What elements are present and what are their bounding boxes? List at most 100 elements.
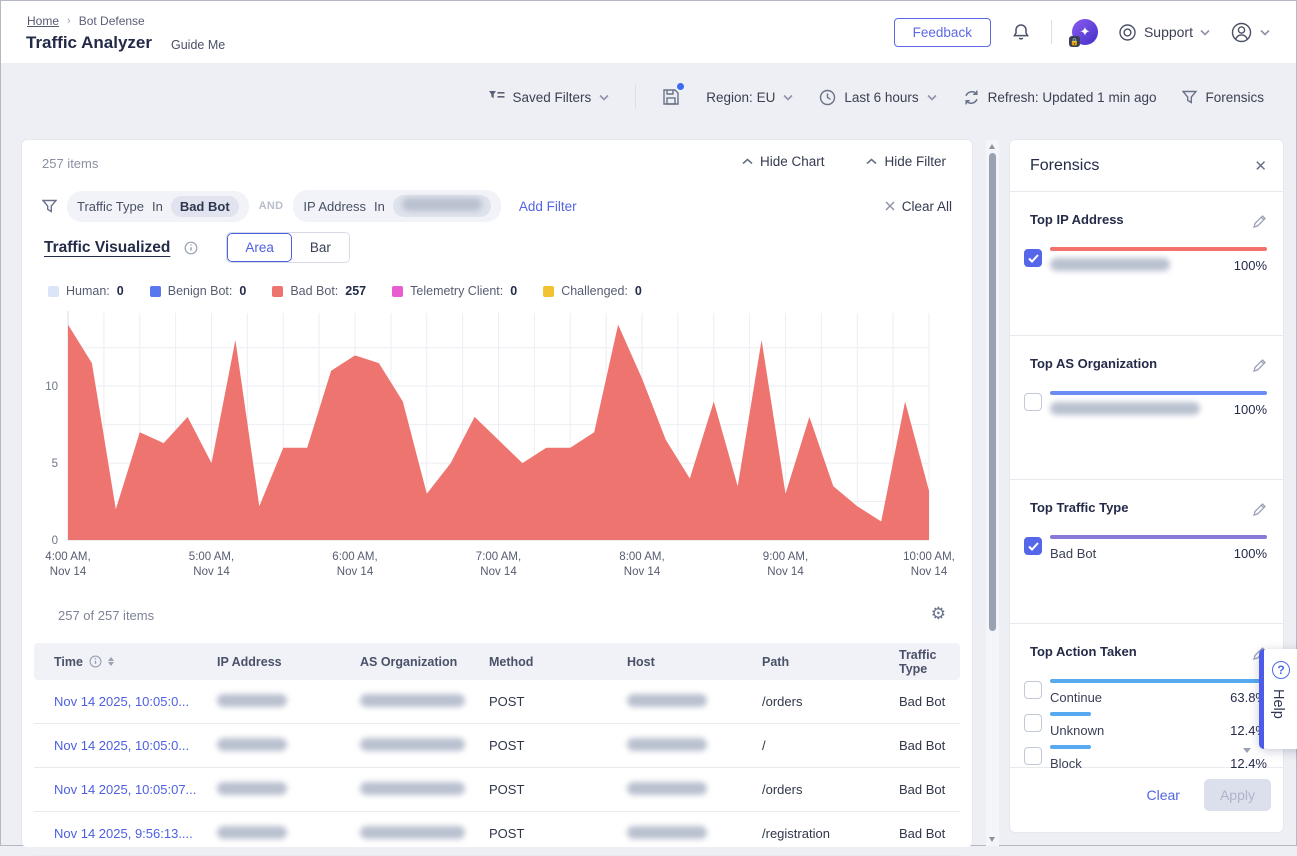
section-title: Top IP Address (1024, 212, 1267, 227)
svg-text:7:00 AM,: 7:00 AM, (476, 551, 521, 563)
legend-item-telemetry-client[interactable]: Telemetry Client: 0 (392, 284, 517, 298)
table-row[interactable]: Nov 14 2025, 9:56:13.... POST /registrat… (34, 812, 960, 856)
path-cell: / (762, 738, 899, 753)
forensics-title: Forensics (1030, 157, 1099, 175)
scrollbar-up-arrow[interactable] (989, 144, 995, 149)
time-link[interactable]: Nov 14 2025, 10:05:07... (54, 782, 217, 797)
time-link[interactable]: Nov 14 2025, 9:56:13.... (54, 826, 217, 841)
column-header-ip[interactable]: IP Address (217, 655, 360, 669)
table-settings-gear-icon[interactable]: ⚙ (931, 604, 946, 624)
hide-chart-button[interactable]: Hide Chart (742, 154, 825, 169)
account-menu[interactable] (1230, 21, 1270, 44)
checkbox[interactable] (1024, 681, 1042, 699)
legend-count: 0 (117, 284, 124, 298)
edit-pencil-icon[interactable] (1252, 214, 1267, 229)
checkbox[interactable] (1024, 393, 1042, 411)
guide-me-link[interactable]: Guide Me (171, 38, 225, 52)
checkbox[interactable] (1024, 537, 1042, 555)
support-menu[interactable]: Support (1118, 23, 1210, 42)
filter-chip-ip-address[interactable]: IP Address In (293, 190, 500, 222)
saved-filters-dropdown[interactable]: Saved Filters (489, 90, 610, 105)
chip-value-redacted[interactable] (393, 195, 491, 217)
hide-filter-label: Hide Filter (884, 154, 946, 169)
support-icon (1118, 23, 1137, 42)
value-label: Unknown (1050, 723, 1104, 738)
redacted-as-org (360, 826, 465, 839)
hide-filter-button[interactable]: Hide Filter (866, 154, 946, 169)
redacted-as-org (360, 694, 465, 707)
table-header-row: Time IP Address AS Organization Method H… (34, 643, 960, 680)
column-header-as-org[interactable]: AS Organization (360, 655, 489, 669)
clear-all-button[interactable]: Clear All (885, 199, 952, 214)
feedback-button[interactable]: Feedback (894, 18, 991, 47)
time-range-dropdown[interactable]: Last 6 hours (819, 89, 936, 106)
forensics-toggle-button[interactable]: Forensics (1182, 90, 1264, 105)
legend-item-benign-bot[interactable]: Benign Bot: 0 (150, 284, 247, 298)
legend-item-bad-bot[interactable]: Bad Bot: 257 (272, 284, 366, 298)
table-row[interactable]: Nov 14 2025, 10:05:0... POST /orders Bad… (34, 680, 960, 724)
info-icon[interactable] (184, 241, 198, 255)
method-cell: POST (489, 782, 627, 797)
column-header-traffic-type[interactable]: Traffic Type (899, 648, 960, 676)
column-header-method[interactable]: Method (489, 655, 627, 669)
redacted-ip (1050, 258, 1170, 271)
legend-swatch (48, 286, 59, 297)
help-tab[interactable]: ? Help (1259, 649, 1297, 749)
scroll-down-indicator-icon[interactable] (1243, 748, 1251, 753)
breadcrumb-separator-icon: › (67, 15, 71, 27)
value-label-redacted (1050, 402, 1200, 418)
chart-type-toggle: Area Bar (226, 232, 350, 263)
filter-chip-traffic-type[interactable]: Traffic Type In Bad Bot (67, 191, 249, 222)
clock-icon (819, 89, 836, 106)
scrollbar-thumb[interactable] (989, 153, 996, 631)
column-header-host[interactable]: Host (627, 655, 762, 669)
traffic-visualized-title[interactable]: Traffic Visualized (44, 239, 170, 257)
value-bar (1050, 247, 1267, 251)
sort-icon[interactable] (108, 657, 114, 666)
value-bar (1050, 679, 1267, 683)
checkbox[interactable] (1024, 747, 1042, 765)
column-header-path[interactable]: Path (762, 655, 899, 669)
chart-type-area-button[interactable]: Area (227, 233, 292, 262)
area-chart-svg: 05104:00 AM,Nov 145:00 AM,Nov 146:00 AM,… (22, 302, 974, 587)
chip-value[interactable]: Bad Bot (171, 196, 239, 217)
checkbox[interactable] (1024, 249, 1042, 267)
time-link[interactable]: Nov 14 2025, 10:05:0... (54, 738, 217, 753)
notifications-bell-icon[interactable] (1011, 22, 1031, 42)
region-dropdown[interactable]: Region: EU (706, 90, 793, 105)
redacted-ip (217, 782, 287, 795)
value-percent: 100% (1234, 402, 1267, 417)
clear-button[interactable]: Clear (1147, 787, 1180, 803)
info-icon[interactable] (89, 655, 102, 668)
svg-text:8:00 AM,: 8:00 AM, (619, 551, 664, 563)
legend-item-human[interactable]: Human: 0 (48, 284, 124, 298)
scrollbar-down-arrow[interactable] (989, 837, 995, 842)
apply-button[interactable]: Apply (1204, 779, 1271, 811)
legend-swatch (392, 286, 403, 297)
vertical-scrollbar[interactable] (986, 140, 999, 846)
chip-field: IP Address (303, 199, 366, 214)
legend-item-challenged[interactable]: Challenged: 0 (543, 284, 642, 298)
forensics-panel: Forensics ✕ Top IP Address 100% Top AS O… (1009, 139, 1284, 833)
legend-count: 257 (345, 284, 366, 298)
chevron-down-icon (599, 94, 609, 101)
chart-type-bar-button[interactable]: Bar (292, 233, 349, 262)
breadcrumb-home-link[interactable]: Home (27, 14, 59, 28)
method-cell: POST (489, 738, 627, 753)
traffic-area-chart[interactable]: 05104:00 AM,Nov 145:00 AM,Nov 146:00 AM,… (22, 302, 974, 587)
refresh-button[interactable]: Refresh: Updated 1 min ago (963, 89, 1157, 106)
legend-count: 0 (239, 284, 246, 298)
table-row[interactable]: Nov 14 2025, 10:05:07... POST /orders Ba… (34, 768, 960, 812)
checkbox[interactable] (1024, 714, 1042, 732)
ai-assistant-icon[interactable]: ✦🔒 (1072, 19, 1098, 45)
table-row[interactable]: Nov 14 2025, 10:05:0... POST / Bad Bot (34, 724, 960, 768)
save-filter-button[interactable] (662, 88, 680, 106)
app-header: Home › Bot Defense Traffic Analyzer Guid… (1, 1, 1296, 63)
time-link[interactable]: Nov 14 2025, 10:05:0... (54, 694, 217, 709)
redacted-as-org (360, 782, 465, 795)
edit-pencil-icon[interactable] (1252, 502, 1267, 517)
add-filter-button[interactable]: Add Filter (519, 199, 577, 214)
column-header-time[interactable]: Time (54, 655, 217, 669)
close-icon[interactable]: ✕ (1254, 157, 1267, 175)
edit-pencil-icon[interactable] (1252, 358, 1267, 373)
